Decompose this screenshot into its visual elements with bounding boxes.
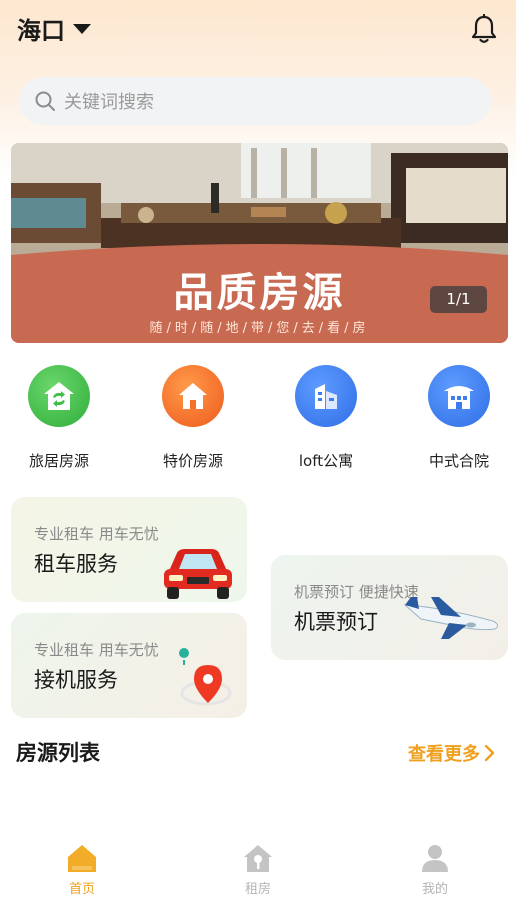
quick-link-label: 中式合院 [428, 452, 489, 470]
quick-link-travel-stay[interactable]: 旅居房源 [11, 365, 107, 475]
quick-link-label: 特价房源 [162, 452, 223, 470]
chevron-right-icon [484, 744, 495, 762]
tab-home[interactable]: 首页 [42, 842, 122, 902]
search-bar[interactable]: 关键词搜索 [19, 77, 491, 125]
pickup-subtitle: 专业租车 用车无忧 [34, 641, 159, 659]
search-icon [35, 91, 55, 111]
tab-mine[interactable]: 我的 [395, 842, 475, 902]
home-tab-icon [68, 845, 96, 872]
city-name: 海口 [17, 16, 65, 45]
quick-link-discount[interactable]: 特价房源 [145, 365, 241, 475]
bottom-tab-bar: 首页 租房 我的 [0, 834, 516, 904]
car-rental-subtitle: 专业租车 用车无忧 [34, 525, 159, 543]
pickup-title: 接机服务 [34, 668, 118, 692]
house-key-icon [244, 845, 272, 872]
quick-link-label: loft公寓 [298, 452, 354, 470]
house-swap-icon [28, 365, 90, 427]
listing-section-title: 房源列表 [16, 741, 100, 765]
quick-link-loft[interactable]: loft公寓 [278, 365, 374, 475]
city-selector[interactable]: 海口 [17, 12, 91, 45]
quick-link-label: 旅居房源 [28, 452, 89, 470]
search-placeholder: 关键词搜索 [64, 92, 154, 113]
flight-booking-card[interactable]: 机票预订 便捷快速 机票预订 [271, 555, 508, 660]
car-rental-card[interactable]: 专业租车 用车无忧 租车服务 [11, 497, 247, 602]
tab-label: 我的 [421, 882, 448, 897]
car-rental-title: 租车服务 [34, 552, 118, 576]
home-icon [162, 365, 224, 427]
red-car-icon [164, 549, 232, 599]
tab-label: 租房 [244, 882, 271, 897]
flight-title: 机票预订 [294, 610, 378, 634]
airplane-icon [403, 597, 499, 639]
banner-page-indicator: 1/1 [430, 286, 487, 313]
tab-rent[interactable]: 租房 [218, 842, 298, 902]
view-more-link[interactable]: 查看更多 [408, 740, 495, 766]
user-icon [422, 845, 448, 872]
pavilion-icon [428, 365, 490, 427]
map-pin-icon [179, 648, 232, 706]
bell-icon[interactable] [470, 14, 498, 44]
quick-link-courtyard[interactable]: 中式合院 [411, 365, 507, 475]
banner-carousel[interactable]: 品质房源 随/时/随/地/带/您/去/看/房 1/1 [11, 143, 508, 343]
view-more-label: 查看更多 [408, 744, 480, 765]
airport-pickup-card[interactable]: 专业租车 用车无忧 接机服务 [11, 613, 247, 718]
banner-subtitle: 随/时/随/地/带/您/去/看/房 [149, 321, 370, 336]
tab-label: 首页 [68, 882, 95, 897]
caret-down-icon [73, 24, 91, 34]
buildings-icon [295, 365, 357, 427]
app-header: 海口 [0, 0, 516, 60]
